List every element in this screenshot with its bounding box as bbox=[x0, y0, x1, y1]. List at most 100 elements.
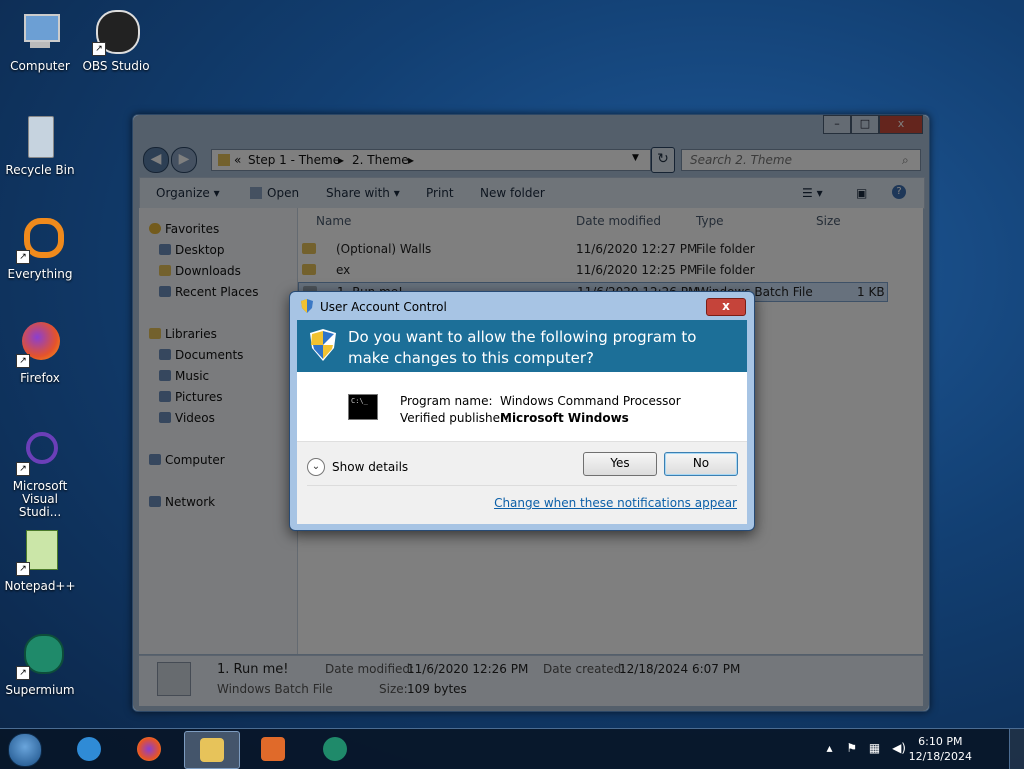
print-button[interactable]: Print bbox=[426, 186, 454, 200]
search-input[interactable]: Search 2. Theme ⌕ bbox=[681, 149, 921, 171]
nav-downloads[interactable]: Downloads bbox=[159, 264, 241, 278]
breadcrumb-theme[interactable]: 2. Theme bbox=[352, 153, 409, 167]
new-folder-button[interactable]: New folder bbox=[480, 186, 545, 200]
show-hidden-icons-icon[interactable]: ▴ bbox=[826, 741, 832, 755]
everything-icon: ↗ bbox=[16, 216, 64, 264]
desktop-icon-computer[interactable]: Computer bbox=[0, 8, 80, 73]
nav-libraries[interactable]: Libraries bbox=[149, 327, 217, 341]
desktop-icon-label: Notepad++ bbox=[4, 579, 76, 593]
desktop-icon-everything[interactable]: ↗ Everything bbox=[0, 216, 80, 281]
details-filename: 1. Run me! bbox=[217, 662, 289, 677]
nav-videos[interactable]: Videos bbox=[159, 411, 215, 425]
preview-pane-icon[interactable]: ▣ bbox=[856, 186, 867, 200]
uac-close-button[interactable]: x bbox=[706, 298, 746, 316]
desktop-icon-visual-studio[interactable]: ↗ Microsoft Visual Studi... bbox=[0, 428, 80, 519]
desktop-icon-supermium[interactable]: ↗ Supermium bbox=[0, 632, 80, 697]
desktop-icon-firefox[interactable]: ↗ Firefox bbox=[0, 320, 80, 385]
desktop-icon-label: Computer bbox=[10, 59, 70, 73]
desktop-icon-notepadpp[interactable]: ↗ Notepad++ bbox=[0, 528, 80, 593]
details-size-label: Size: bbox=[379, 682, 408, 696]
file-row[interactable]: (Optional) Walls 11/6/2020 12:27 PM File… bbox=[298, 240, 886, 258]
internet-explorer-icon bbox=[77, 737, 101, 761]
chevron-down-icon: ⌄ bbox=[307, 458, 325, 476]
minimize-button[interactable]: – bbox=[823, 115, 851, 134]
details-created-label: Date created: bbox=[543, 662, 626, 676]
nav-music[interactable]: Music bbox=[159, 369, 209, 383]
file-date: 11/6/2020 12:27 PM bbox=[576, 242, 698, 256]
breadcrumb-step1[interactable]: Step 1 - Theme bbox=[248, 153, 340, 167]
clock-time: 6:10 PM bbox=[918, 735, 963, 748]
details-created-value: 12/18/2024 6:07 PM bbox=[619, 662, 741, 676]
desktop-icon-label: Everything bbox=[7, 267, 73, 281]
file-size: 1 KB bbox=[857, 285, 885, 299]
notepadpp-icon: ↗ bbox=[16, 528, 64, 576]
network-icon bbox=[149, 496, 161, 507]
start-button[interactable] bbox=[4, 731, 44, 767]
folder-icon bbox=[302, 243, 316, 254]
details-modified-label: Date modified: bbox=[325, 662, 415, 676]
documents-icon bbox=[159, 349, 171, 360]
back-arrow-icon[interactable]: ◀ bbox=[143, 147, 169, 173]
column-header-date[interactable]: Date modified bbox=[576, 214, 661, 228]
computer-icon bbox=[16, 8, 64, 56]
shortcut-arrow-icon: ↗ bbox=[92, 42, 106, 56]
system-tray: ▴ ⚑ ▦ ◀) bbox=[826, 741, 906, 755]
desktop-icon-recycle-bin[interactable]: Recycle Bin bbox=[0, 112, 80, 177]
column-header-type[interactable]: Type bbox=[696, 214, 724, 228]
nav-documents[interactable]: Documents bbox=[159, 348, 243, 362]
clock-date: 12/18/2024 bbox=[908, 750, 972, 763]
taskbar-supermium[interactable] bbox=[308, 731, 362, 767]
taskbar-media-player[interactable] bbox=[246, 731, 300, 767]
close-button[interactable]: x bbox=[879, 115, 923, 134]
file-name: (Optional) Walls bbox=[336, 242, 432, 256]
star-icon bbox=[149, 223, 161, 234]
no-button[interactable]: No bbox=[664, 452, 738, 476]
nav-desktop[interactable]: Desktop bbox=[159, 243, 225, 257]
help-icon[interactable]: ? bbox=[892, 185, 906, 199]
shortcut-arrow-icon: ↗ bbox=[16, 250, 30, 264]
action-center-flag-icon[interactable]: ⚑ bbox=[846, 741, 857, 755]
libraries-icon bbox=[149, 328, 161, 339]
nav-favorites[interactable]: Favorites bbox=[149, 222, 219, 236]
desktop-icon-obs[interactable]: ↗ OBS Studio bbox=[76, 8, 156, 73]
taskbar: ▴ ⚑ ▦ ◀) 6:10 PM 12/18/2024 bbox=[0, 728, 1024, 769]
breadcrumb-overflow[interactable]: « bbox=[234, 153, 241, 167]
yes-button[interactable]: Yes bbox=[583, 452, 657, 476]
taskbar-ie[interactable] bbox=[62, 731, 116, 767]
network-icon[interactable]: ▦ bbox=[869, 741, 880, 755]
column-header-size[interactable]: Size bbox=[816, 214, 841, 228]
show-desktop-button[interactable] bbox=[1009, 729, 1024, 769]
maximize-button[interactable]: □ bbox=[851, 115, 879, 134]
obs-icon: ↗ bbox=[92, 8, 140, 56]
nav-recent-places[interactable]: Recent Places bbox=[159, 285, 258, 299]
music-icon bbox=[159, 370, 171, 381]
recent-places-icon bbox=[159, 286, 171, 297]
clock[interactable]: 6:10 PM 12/18/2024 bbox=[909, 734, 972, 764]
forward-arrow-icon[interactable]: ▶ bbox=[171, 147, 197, 173]
taskbar-firefox[interactable] bbox=[122, 731, 176, 767]
file-row[interactable]: ex 11/6/2020 12:25 PM File folder bbox=[298, 261, 886, 279]
nav-pictures[interactable]: Pictures bbox=[159, 390, 223, 404]
details-pane: 1. Run me! Windows Batch File Date modif… bbox=[139, 655, 923, 706]
computer-icon bbox=[149, 454, 161, 465]
uac-shield-icon bbox=[301, 299, 313, 313]
chevron-down-icon[interactable]: ▼ bbox=[632, 153, 639, 163]
share-with-button[interactable]: Share with ▾ bbox=[326, 186, 400, 200]
program-name-label: Program name: bbox=[400, 394, 493, 408]
file-type: File folder bbox=[696, 263, 755, 277]
organize-button[interactable]: Organize ▾ bbox=[156, 186, 220, 200]
nav-computer[interactable]: Computer bbox=[149, 453, 225, 467]
view-options-icon[interactable]: ☰ ▾ bbox=[802, 186, 823, 200]
volume-icon[interactable]: ◀) bbox=[892, 741, 906, 755]
uac-title: User Account Control bbox=[320, 300, 447, 314]
column-header-name[interactable]: Name bbox=[316, 214, 351, 228]
open-button[interactable]: Open bbox=[267, 186, 299, 200]
taskbar-explorer[interactable] bbox=[184, 731, 240, 769]
uac-shield-icon bbox=[310, 329, 336, 361]
address-bar[interactable]: « Step 1 - Theme ▸ 2. Theme ▸ ▼ bbox=[211, 149, 651, 171]
uac-footer: ⌄ Show details Yes No Change when these … bbox=[297, 441, 747, 524]
change-notifications-link[interactable]: Change when these notifications appear bbox=[494, 496, 737, 510]
nav-network[interactable]: Network bbox=[149, 495, 215, 509]
refresh-icon[interactable]: ↻ bbox=[651, 147, 675, 173]
folder-icon bbox=[218, 154, 230, 166]
